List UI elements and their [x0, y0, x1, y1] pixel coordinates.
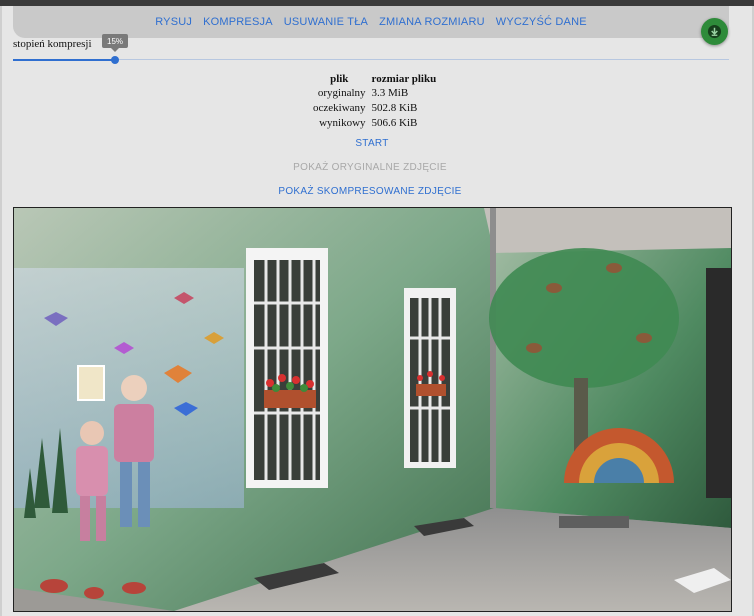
column-header-file: plik	[330, 73, 349, 85]
compression-value-label: 15%	[107, 36, 124, 46]
show-original-button[interactable]: POKAŻ ORYGINALNE ZDJĘCIE	[280, 162, 460, 173]
table-row: oczekiwany 502.8 KiB	[310, 101, 439, 116]
compression-value-tooltip: 15%	[102, 34, 129, 52]
mural-photo	[14, 208, 731, 611]
compression-slider-thumb[interactable]	[111, 56, 120, 64]
compression-slider-fill	[13, 59, 116, 61]
tooltip-arrow	[111, 48, 120, 52]
nav-item-draw[interactable]: RYSUJ	[150, 16, 198, 28]
nav-item-resize[interactable]: ZMIANA ROZMIARU	[374, 16, 491, 28]
table-row: oryginalny 3.3 MiB	[310, 86, 439, 101]
nav-item-background-removal[interactable]: USUWANIE TŁA	[278, 16, 373, 28]
window-frame-left	[0, 6, 2, 616]
row-value-expected: 502.8 KiB	[371, 102, 418, 114]
start-button[interactable]: START	[340, 138, 404, 149]
nav-item-compression[interactable]: KOMPRESJA	[198, 16, 279, 28]
compression-slider-label: stopień kompresji	[13, 38, 92, 50]
row-label-original: oryginalny	[317, 87, 366, 99]
compressed-image-preview	[13, 207, 732, 612]
table-header-row: plik rozmiar pliku	[310, 72, 439, 86]
compression-slider-track[interactable]	[13, 59, 729, 60]
download-icon	[707, 24, 722, 39]
file-size-table: plik rozmiar pliku oryginalny 3.3 MiB oc…	[310, 72, 439, 131]
row-value-original: 3.3 MiB	[371, 87, 409, 99]
row-label-expected: oczekiwany	[313, 102, 366, 114]
show-compressed-button[interactable]: POKAŻ SKOMPRESOWANE ZDJĘCIE	[270, 186, 470, 197]
download-button[interactable]	[701, 18, 728, 45]
column-header-size: rozmiar pliku	[371, 73, 437, 85]
nav-item-clear-data[interactable]: WYCZYŚĆ DANE	[490, 16, 592, 28]
row-label-result: wynikowy	[319, 117, 366, 129]
row-value-result: 506.6 KiB	[371, 117, 418, 129]
table-row: wynikowy 506.6 KiB	[310, 116, 439, 131]
